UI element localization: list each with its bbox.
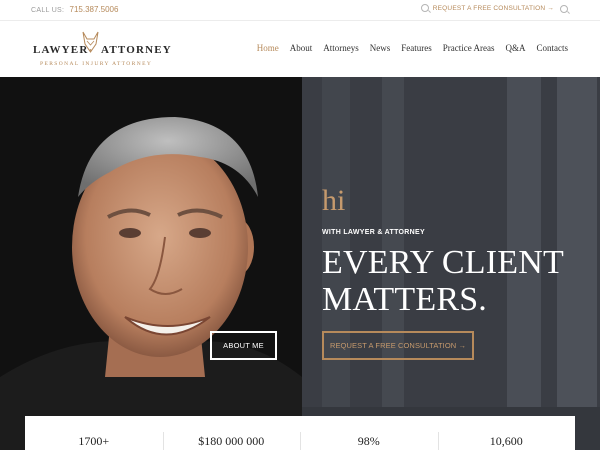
top-bar: CALL US: 715.387.5006 REQUEST A FREE CON… — [0, 0, 600, 21]
hero-welcome: WITH LAWYER & ATTORNEY — [322, 229, 425, 236]
stat-clients: 10,600 — [437, 416, 576, 450]
attorney-portrait — [0, 77, 302, 450]
hero-section: hi WITH LAWYER & ATTORNEY EVERY CLIENT M… — [0, 77, 600, 450]
logo-word-right: ATTORNEY — [101, 44, 172, 56]
hero-greeting: hi — [322, 184, 346, 217]
top-consult-label[interactable]: REQUEST A FREE CONSULTATION → — [433, 5, 554, 12]
hero-consult-button[interactable]: REQUEST A FREE CONSULTATION → — [322, 331, 474, 360]
logo-word-left: LAWYER — [33, 44, 89, 56]
call-us: CALL US: 715.387.5006 — [31, 5, 118, 14]
stat-recovered: $180 000 000 — [162, 416, 301, 450]
search-icon[interactable] — [560, 5, 568, 13]
call-label: CALL US: — [31, 7, 65, 14]
about-me-button[interactable]: ABOUT ME — [210, 331, 277, 360]
nav-about[interactable]: About — [290, 43, 313, 53]
stats-bar: 1700+ $180 000 000 98% 10,600 — [25, 416, 575, 450]
logo-tagline: PERSONAL INJURY ATTORNEY — [40, 61, 153, 67]
hero-headline: EVERY CLIENT MATTERS. — [322, 244, 582, 318]
nav-home[interactable]: Home — [257, 43, 279, 53]
headline-line-2: MATTERS. — [322, 281, 488, 318]
portrait-image — [0, 77, 302, 450]
site-header: LAWYER ATTORNEY PERSONAL INJURY ATTORNEY… — [0, 21, 600, 77]
nav-features[interactable]: Features — [401, 43, 432, 53]
stat-cases: 1700+ — [78, 434, 110, 448]
search-icon — [420, 4, 429, 12]
main-nav: Home About Attorneys News Features Pract… — [246, 43, 568, 53]
nav-contacts[interactable]: Contacts — [537, 43, 569, 53]
site-logo[interactable]: LAWYER ATTORNEY PERSONAL INJURY ATTORNEY — [33, 30, 171, 70]
top-consult-link[interactable]: REQUEST A FREE CONSULTATION → — [420, 4, 554, 12]
phone-link[interactable]: 715.387.5006 — [70, 5, 119, 14]
nav-qa[interactable]: Q&A — [506, 43, 526, 53]
fox-logo-icon — [82, 31, 99, 53]
nav-attorneys[interactable]: Attorneys — [323, 43, 359, 53]
nav-news[interactable]: News — [370, 43, 391, 53]
headline-line-1: EVERY CLIENT — [322, 244, 564, 281]
stat-success-rate: 98% — [300, 416, 438, 450]
nav-practice-areas[interactable]: Practice Areas — [443, 43, 495, 53]
